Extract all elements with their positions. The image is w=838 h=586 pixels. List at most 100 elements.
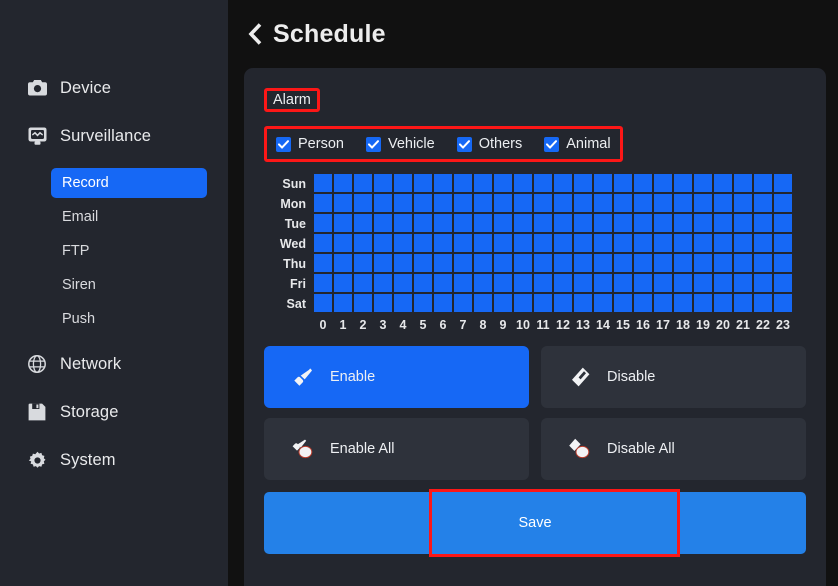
- schedule-cell[interactable]: [354, 214, 372, 232]
- schedule-cell[interactable]: [634, 194, 652, 212]
- schedule-cell[interactable]: [314, 174, 332, 192]
- schedule-cell[interactable]: [694, 174, 712, 192]
- schedule-cell[interactable]: [734, 294, 752, 312]
- schedule-cell[interactable]: [394, 174, 412, 192]
- schedule-cell[interactable]: [654, 174, 672, 192]
- schedule-cell[interactable]: [414, 294, 432, 312]
- schedule-cell[interactable]: [614, 274, 632, 292]
- schedule-cell[interactable]: [354, 174, 372, 192]
- schedule-cell[interactable]: [334, 274, 352, 292]
- schedule-cell[interactable]: [714, 234, 732, 252]
- enable-button[interactable]: Enable: [264, 346, 529, 408]
- schedule-cell[interactable]: [714, 294, 732, 312]
- schedule-cell[interactable]: [554, 214, 572, 232]
- schedule-cell[interactable]: [414, 254, 432, 272]
- checkbox-animal[interactable]: Animal: [544, 136, 611, 152]
- sidebar-item-email[interactable]: Email: [51, 202, 207, 232]
- schedule-cells[interactable]: [314, 174, 794, 314]
- schedule-cell[interactable]: [754, 234, 772, 252]
- schedule-cell[interactable]: [314, 194, 332, 212]
- schedule-cell[interactable]: [774, 214, 792, 232]
- schedule-cell[interactable]: [314, 254, 332, 272]
- schedule-cell[interactable]: [354, 194, 372, 212]
- sidebar-item-siren[interactable]: Siren: [51, 270, 207, 300]
- schedule-cell[interactable]: [534, 274, 552, 292]
- schedule-cell[interactable]: [354, 294, 372, 312]
- schedule-cell[interactable]: [434, 234, 452, 252]
- schedule-cell[interactable]: [734, 174, 752, 192]
- schedule-cell[interactable]: [654, 274, 672, 292]
- schedule-cell[interactable]: [574, 194, 592, 212]
- save-button[interactable]: Save: [264, 492, 806, 554]
- schedule-cell[interactable]: [754, 174, 772, 192]
- schedule-cell[interactable]: [774, 294, 792, 312]
- schedule-cell[interactable]: [334, 194, 352, 212]
- schedule-cell[interactable]: [334, 174, 352, 192]
- schedule-cell[interactable]: [694, 194, 712, 212]
- schedule-cell[interactable]: [674, 174, 692, 192]
- schedule-cell[interactable]: [694, 254, 712, 272]
- schedule-cell[interactable]: [394, 254, 412, 272]
- schedule-cell[interactable]: [394, 194, 412, 212]
- schedule-cell[interactable]: [454, 234, 472, 252]
- schedule-cell[interactable]: [474, 294, 492, 312]
- schedule-cell[interactable]: [434, 174, 452, 192]
- sidebar-item-network[interactable]: Network: [0, 348, 228, 380]
- schedule-cell[interactable]: [594, 174, 612, 192]
- schedule-cell[interactable]: [694, 214, 712, 232]
- schedule-cell[interactable]: [414, 274, 432, 292]
- schedule-cell[interactable]: [754, 254, 772, 272]
- schedule-cell[interactable]: [474, 214, 492, 232]
- schedule-cell[interactable]: [554, 194, 572, 212]
- schedule-cell[interactable]: [494, 254, 512, 272]
- schedule-cell[interactable]: [774, 174, 792, 192]
- schedule-cell[interactable]: [574, 294, 592, 312]
- schedule-cell[interactable]: [694, 274, 712, 292]
- schedule-cell[interactable]: [614, 214, 632, 232]
- sidebar-item-ftp[interactable]: FTP: [51, 236, 207, 266]
- schedule-cell[interactable]: [714, 214, 732, 232]
- schedule-cell[interactable]: [734, 214, 752, 232]
- tab-alarm[interactable]: Alarm: [267, 89, 317, 112]
- schedule-cell[interactable]: [374, 254, 392, 272]
- schedule-cell[interactable]: [434, 254, 452, 272]
- sidebar-item-surveillance[interactable]: Surveillance: [0, 120, 228, 152]
- schedule-cell[interactable]: [634, 274, 652, 292]
- checkbox-others[interactable]: Others: [456, 136, 522, 152]
- schedule-cell[interactable]: [634, 254, 652, 272]
- schedule-cell[interactable]: [474, 274, 492, 292]
- schedule-cell[interactable]: [394, 274, 412, 292]
- schedule-cell[interactable]: [514, 174, 532, 192]
- checkbox-vehicle[interactable]: Vehicle: [365, 136, 435, 152]
- schedule-cell[interactable]: [454, 294, 472, 312]
- schedule-cell[interactable]: [714, 254, 732, 272]
- schedule-cell[interactable]: [554, 174, 572, 192]
- schedule-cell[interactable]: [774, 194, 792, 212]
- schedule-cell[interactable]: [634, 214, 652, 232]
- schedule-cell[interactable]: [594, 254, 612, 272]
- schedule-cell[interactable]: [474, 194, 492, 212]
- enable-all-button[interactable]: Enable All: [264, 418, 529, 480]
- schedule-cell[interactable]: [514, 274, 532, 292]
- schedule-cell[interactable]: [554, 294, 572, 312]
- schedule-cell[interactable]: [694, 294, 712, 312]
- schedule-cell[interactable]: [474, 254, 492, 272]
- schedule-cell[interactable]: [414, 174, 432, 192]
- schedule-cell[interactable]: [334, 214, 352, 232]
- disable-button[interactable]: Disable: [541, 346, 806, 408]
- schedule-cell[interactable]: [614, 294, 632, 312]
- schedule-cell[interactable]: [454, 194, 472, 212]
- schedule-cell[interactable]: [434, 274, 452, 292]
- schedule-cell[interactable]: [654, 194, 672, 212]
- schedule-cell[interactable]: [714, 194, 732, 212]
- schedule-cell[interactable]: [514, 254, 532, 272]
- schedule-cell[interactable]: [414, 194, 432, 212]
- schedule-cell[interactable]: [434, 294, 452, 312]
- schedule-cell[interactable]: [334, 294, 352, 312]
- schedule-cell[interactable]: [574, 234, 592, 252]
- schedule-cell[interactable]: [494, 174, 512, 192]
- schedule-cell[interactable]: [774, 254, 792, 272]
- schedule-cell[interactable]: [634, 174, 652, 192]
- schedule-cell[interactable]: [594, 194, 612, 212]
- schedule-cell[interactable]: [734, 254, 752, 272]
